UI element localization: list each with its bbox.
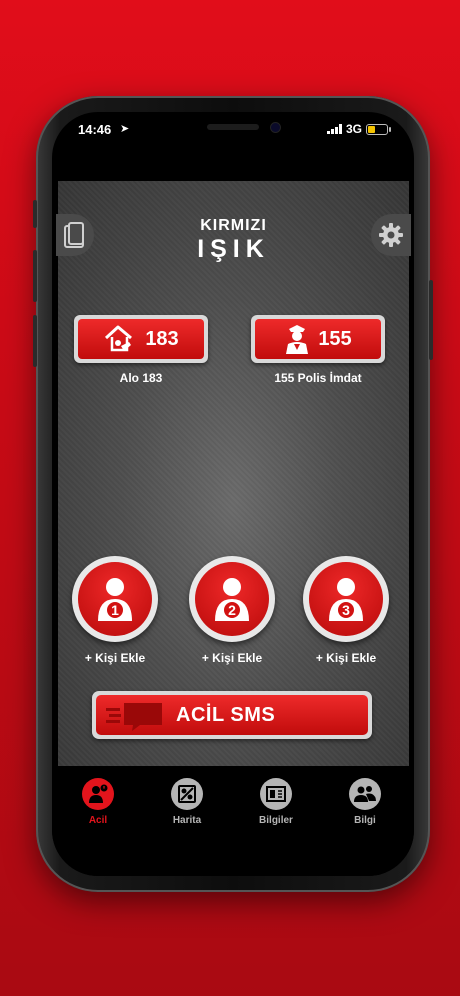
settings-button[interactable] <box>371 214 411 256</box>
volume-down-button <box>33 315 37 367</box>
contact-3-label: + Kişi Ekle <box>315 651 377 665</box>
signal-icon <box>326 124 342 134</box>
emergency-sms-button[interactable]: ACİL SMS <box>92 691 372 739</box>
contact-3-index: 3 <box>342 602 350 618</box>
contact-1-index: 1 <box>111 602 119 618</box>
logo-line2: IŞIK <box>197 235 270 263</box>
location-arrow-icon: ➤ <box>120 123 130 135</box>
mute-switch <box>33 200 37 228</box>
hotline-155-label: 155 Polis İmdat <box>274 371 362 385</box>
emergency-icon <box>82 778 114 810</box>
tab-harita-label: Harita <box>172 815 202 826</box>
app-content: KIRMIZI IŞIK 183 Alo 183 155 155 Polis İ… <box>56 181 411 766</box>
tab-bilgi[interactable]: Bilgi <box>330 778 400 826</box>
person-icon: 3 <box>329 578 363 621</box>
contact-1-label: + Kişi Ekle <box>84 651 146 665</box>
tab-bar: Acil Harita Bilgiler Bilgi <box>52 766 414 876</box>
book-icon <box>260 778 292 810</box>
sms-send-icon <box>106 703 162 731</box>
tab-bilgiler-label: Bilgiler <box>259 815 293 826</box>
earpiece-speaker <box>207 124 259 130</box>
status-time: 14:46 <box>78 122 112 137</box>
person-icon: 2 <box>215 578 249 621</box>
contact-2-label: + Kişi Ekle <box>201 651 263 665</box>
gear-icon <box>379 223 403 247</box>
home-hand-icon <box>105 325 133 352</box>
hotline-183-button[interactable]: 183 <box>74 315 208 363</box>
tab-acil[interactable]: Acil <box>63 778 133 826</box>
battery-icon <box>366 123 391 135</box>
people-icon <box>349 778 381 810</box>
hotline-183-number: 183 <box>145 327 179 350</box>
phone-screen: 14:46 ➤ 3G KIRMIZI IŞIK 183 Alo 183 155 … <box>52 112 414 876</box>
police-officer-icon <box>286 325 309 354</box>
contact-2-button[interactable]: 2 <box>189 556 275 642</box>
contact-3-button[interactable]: 3 <box>303 556 389 642</box>
person-icon: 1 <box>98 578 132 621</box>
contact-2-index: 2 <box>228 602 236 618</box>
contact-1-button[interactable]: 1 <box>72 556 158 642</box>
front-camera <box>270 122 281 133</box>
tab-harita[interactable]: Harita <box>152 778 222 826</box>
status-bar: 14:46 ➤ 3G <box>52 112 414 150</box>
app-logo: KIRMIZI IŞIK <box>58 217 409 263</box>
hotline-155-number: 155 <box>318 327 352 350</box>
tab-bilgi-label: Bilgi <box>354 815 376 826</box>
tab-acil-label: Acil <box>88 815 108 826</box>
logo-line1: KIRMIZI <box>200 217 267 234</box>
power-button <box>429 280 433 360</box>
emergency-sms-label: ACİL SMS <box>176 703 276 726</box>
volume-up-button <box>33 250 37 302</box>
hotline-155-button[interactable]: 155 <box>251 315 385 363</box>
hotline-183-label: Alo 183 <box>119 371 163 385</box>
network-type: 3G <box>345 122 362 136</box>
tab-bilgiler[interactable]: Bilgiler <box>241 778 311 826</box>
map-icon <box>171 778 203 810</box>
